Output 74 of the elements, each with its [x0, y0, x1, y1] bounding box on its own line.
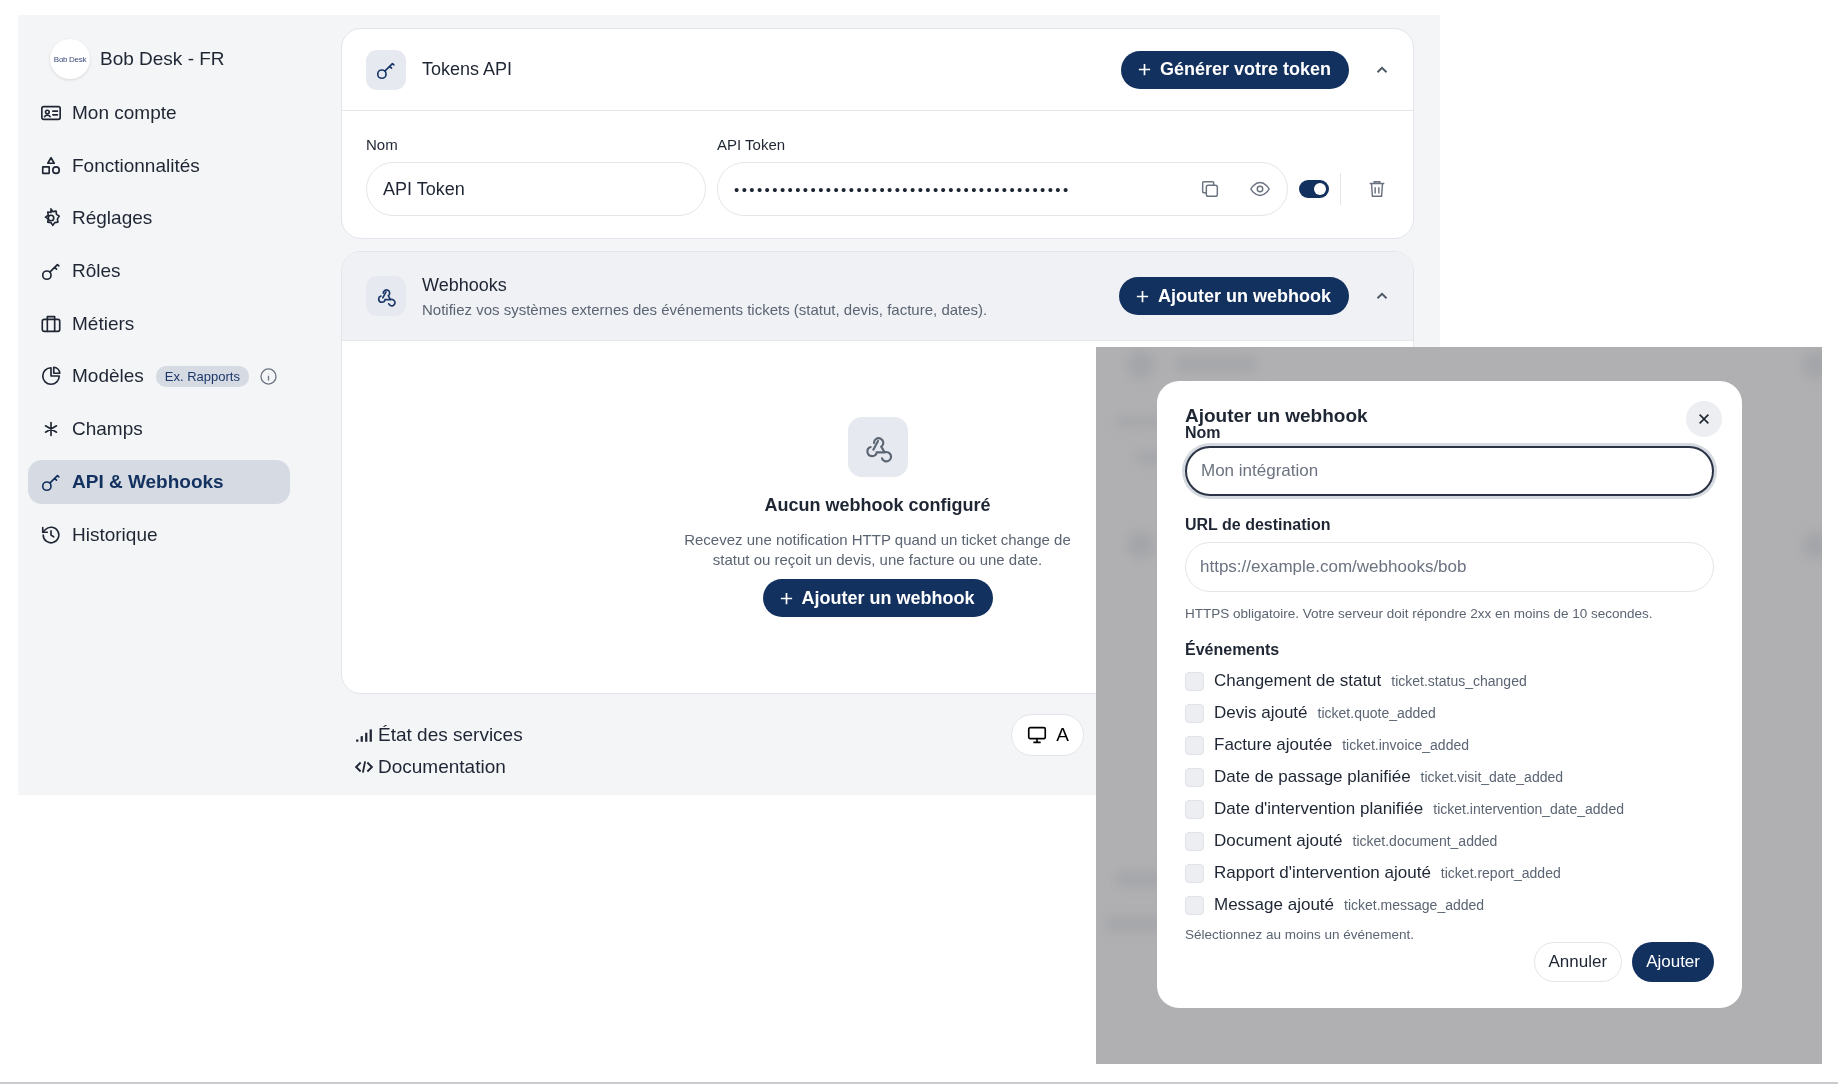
event-code: ticket.report_added [1440, 865, 1561, 881]
sidebar-item[interactable]: Historique [28, 512, 290, 557]
checkbox[interactable] [1185, 735, 1204, 755]
event-label: Devis ajouté [1214, 703, 1308, 723]
event-label: Rapport d'intervention ajouté [1214, 863, 1431, 883]
close-button[interactable] [1686, 401, 1722, 437]
event-code: ticket.message_added [1344, 897, 1485, 913]
event-label: Message ajouté [1214, 895, 1335, 915]
checkbox[interactable] [1185, 799, 1204, 819]
event-label: Changement de statut [1214, 671, 1382, 691]
monitor-icon [1026, 724, 1049, 746]
toggle-switch[interactable] [1299, 180, 1329, 198]
plus-icon [1135, 288, 1150, 304]
pie-chart-icon [40, 365, 62, 388]
field-label: URL de destination [1185, 516, 1331, 534]
close-icon [1697, 412, 1711, 426]
field-label: Événements [1185, 641, 1280, 659]
event-label: Date de passage planifiée [1214, 767, 1411, 787]
cancel-button[interactable]: Annuler [1533, 942, 1623, 982]
input-field[interactable]: Mon intégration [1185, 446, 1714, 496]
status-link[interactable]: État des services [355, 724, 523, 746]
sidebar-item[interactable]: API & Webhooks [28, 459, 290, 504]
event-code: ticket.quote_added [1317, 705, 1436, 721]
brand-logo: Bob Desk [50, 39, 90, 79]
event-code: ticket.invoice_added [1342, 737, 1469, 753]
empty-state-text: Recevez une notification HTTP quand un ticket change de statut ou reçoit un devis, une facture ou une date. [683, 530, 1072, 570]
column-label: Nom [366, 136, 399, 153]
sidebar-item[interactable]: Fonctionnalités [28, 143, 290, 188]
code-icon [355, 758, 373, 776]
sidebar-item[interactable]: Champs [28, 407, 290, 452]
documentation-link[interactable]: Documentation [355, 756, 523, 778]
info-icon[interactable] [259, 366, 278, 386]
checkbox[interactable] [1185, 767, 1204, 787]
event-label: Document ajouté [1214, 831, 1343, 851]
sidebar-item[interactable]: Modèles Ex. Rapports [28, 354, 290, 399]
history-icon [40, 523, 62, 546]
plus-icon [778, 590, 794, 606]
event-code: ticket.intervention_date_added [1433, 801, 1624, 817]
add-webhook-button[interactable]: Ajouter un webhook [1119, 277, 1349, 315]
empty-state-title: Aucun webhook configuré [764, 495, 991, 516]
event-label: Date d'intervention planifiée [1214, 799, 1424, 819]
workspace-name: Bob Desk - FR [100, 48, 225, 70]
submit-button[interactable]: Ajouter [1632, 942, 1714, 982]
webhook-icon [847, 417, 908, 477]
column-label: API Token [717, 136, 786, 153]
hint-text: HTTPS obligatoire. Votre serveur doit répondre 2xx en moins de 10 secondes. [1185, 606, 1653, 621]
key-icon [366, 49, 406, 90]
add-webhook-button[interactable]: Ajouter un webhook [762, 579, 993, 617]
plus-icon [1136, 62, 1152, 77]
checkbox[interactable] [1185, 671, 1204, 691]
sidebar-item[interactable]: Métiers [28, 301, 290, 346]
sidebar-item[interactable]: Rôles [28, 249, 290, 294]
section-description: Notifiez vos systèmes externes des événements tickets (statut, devis, facture, dates). [422, 300, 989, 318]
masked-token: •••••••••••••••••••••••••••••••••••••••••••• [734, 180, 1072, 198]
validation-text: Sélectionnez au moins un événement. [1185, 927, 1414, 942]
event-code: ticket.visit_date_added [1420, 769, 1564, 785]
event-label: Facture ajoutée [1214, 735, 1333, 755]
checkbox[interactable] [1185, 863, 1204, 883]
generate-token-button[interactable]: Générer votre token [1120, 50, 1349, 89]
webhook-icon [366, 276, 406, 316]
footer-button[interactable]: A [1011, 714, 1084, 756]
section-title: Webhooks [422, 274, 508, 296]
section-title: Tokens API [422, 59, 514, 80]
sidebar-item[interactable]: Mon compte [28, 91, 290, 135]
event-code: ticket.status_changed [1391, 673, 1527, 689]
tag: Ex. Rapports [155, 365, 249, 387]
event-code: ticket.document_added [1352, 833, 1498, 849]
copy-icon[interactable] [1199, 178, 1221, 200]
checkbox[interactable] [1185, 895, 1204, 915]
checkbox[interactable] [1185, 831, 1204, 851]
sidebar-item[interactable]: Réglages [28, 196, 290, 241]
shapes-icon [40, 154, 62, 177]
signal-icon [355, 726, 373, 744]
checkbox[interactable] [1185, 703, 1204, 723]
